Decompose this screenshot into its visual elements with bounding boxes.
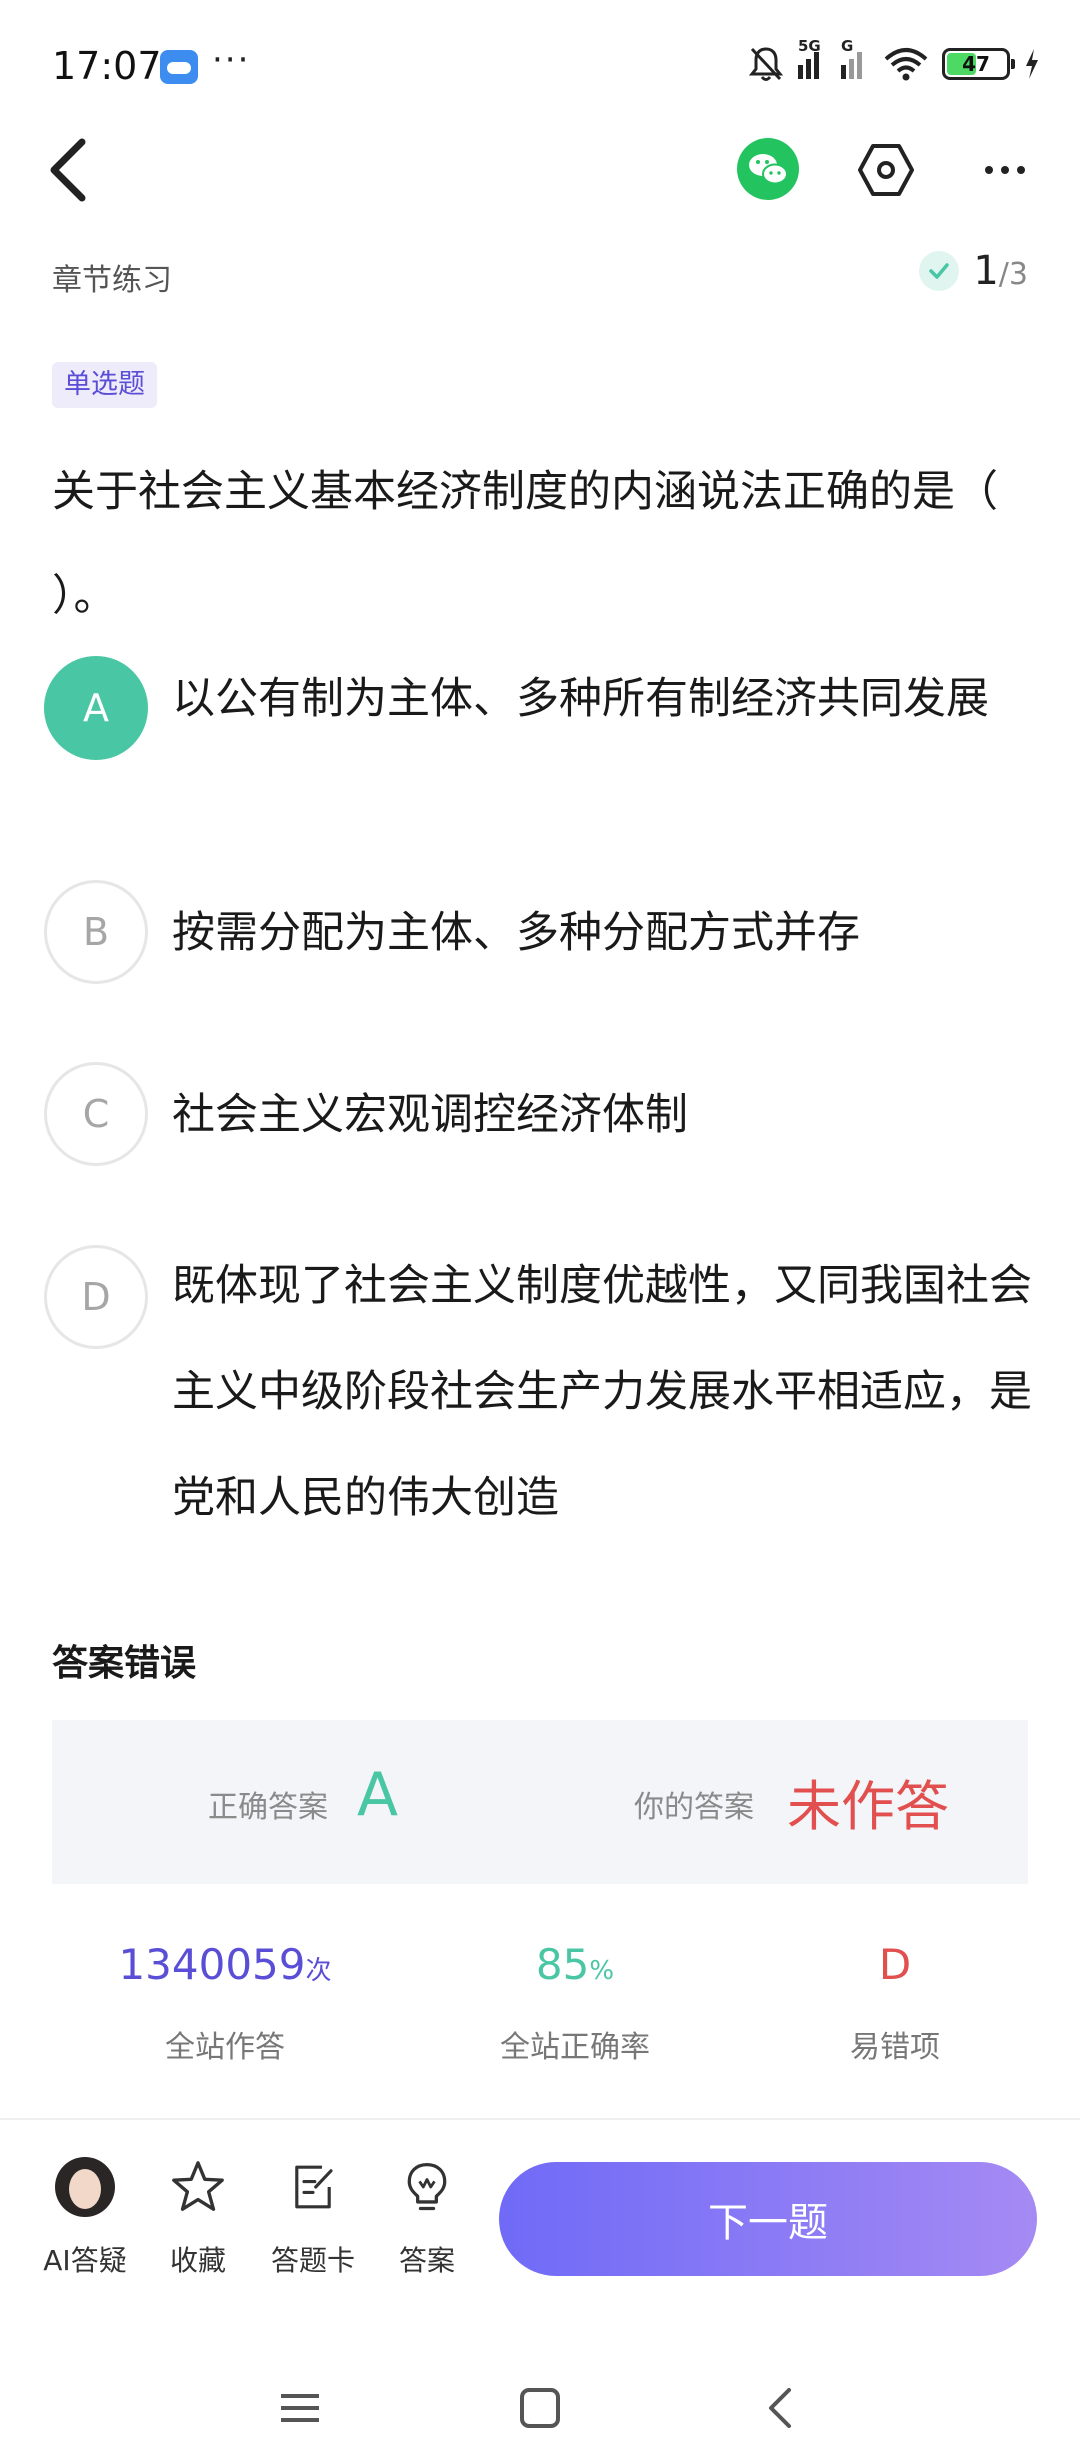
system-nav-bar [0,2360,1080,2440]
status-time: 17:07 [52,44,162,88]
question-type-badge: 单选题 [52,362,157,408]
cellular-signal-2-icon: G [841,37,870,79]
status-indicators: 5G G 47 [748,37,1040,84]
stat-accuracy-value: 85 [535,1940,590,1989]
stat-total-answers: 1340059次 全站作答 [110,1940,340,2066]
section-title: 章节练习 [52,263,172,298]
option-d[interactable]: D 既体现了社会主义制度优越性，又同我国社会主义中级阶段社会生产力发展水平相适应… [44,1245,1044,1565]
hexagon-settings-icon[interactable] [856,140,916,200]
question-text: 关于社会主义基本经济制度的内涵说法正确的是（ ）。 [52,467,998,621]
check-icon [919,251,960,291]
home-icon[interactable] [510,2378,570,2438]
result-title: 答案错误 [52,1643,197,1684]
toolbar-divider [0,2118,1080,2120]
status-bar: 17:07 ··· 5G G 47 [0,0,1080,135]
answer-label: 答案 [398,2244,455,2277]
stat-accuracy-label: 全站正确率 [500,2030,650,2065]
favorite-button[interactable]: 收藏 [143,2155,253,2279]
status-more-indicator: ··· [212,40,251,80]
favorite-label: 收藏 [169,2244,226,2277]
bell-muted-icon [748,47,784,81]
answer-comparison: 正确答案 A 你的答案 未作答 [52,1720,1028,1884]
stat-mistake-value: D [878,1940,912,1989]
answer-card-label: 答题卡 [270,2244,355,2277]
charging-bolt-icon [1026,49,1038,79]
next-question-button[interactable]: 下一题 [499,2162,1037,2276]
stat-common-mistake: D 易错项 [800,1940,990,2066]
stat-accuracy: 85% 全站正确率 [460,1940,690,2066]
wifi-icon [884,48,928,81]
option-a-letter: A [44,656,148,760]
top-nav [0,120,1080,220]
stat-accuracy-unit: % [589,1956,615,1986]
battery-level: 47 [962,52,990,76]
cellular-signal-icon: 5G [798,37,827,79]
ai-answer-label: AI答疑 [43,2244,127,2277]
option-d-text: 既体现了社会主义制度优越性，又同我国社会主义中级阶段社会生产力发展水平相适应，是… [172,1261,1032,1523]
stat-total-unit: 次 [305,1956,332,1986]
progress-total: /3 [998,257,1028,292]
answer-card-button[interactable]: 答题卡 [258,2155,368,2279]
lightbulb-icon [407,2162,447,2211]
option-b[interactable]: B 按需分配为主体、多种分配方式并存 [44,880,1044,986]
option-a[interactable]: A 以公有制为主体、多种所有制经济共同发展 [44,656,1044,866]
wechat-share-button[interactable] [737,138,799,200]
cloud-app-icon [160,50,198,84]
wechat-icon [749,154,788,185]
your-answer-label: 你的答案 [634,1790,754,1825]
option-c[interactable]: C 社会主义宏观调控经济体制 [44,1062,1044,1168]
option-b-letter: B [44,880,148,984]
ai-avatar-icon [55,2157,115,2217]
signal-5g-label: 5G [798,37,821,55]
answer-sheet-icon [295,2165,333,2209]
option-b-text: 按需分配为主体、多种分配方式并存 [172,908,860,958]
option-c-letter: C [44,1062,148,1166]
stat-total-label: 全站作答 [165,2030,285,2065]
correct-answer-value: A [357,1760,399,1830]
stat-total-value: 1340059 [118,1940,306,1989]
battery-icon: 47 [942,48,1015,80]
option-d-letter: D [44,1245,148,1349]
more-dots-icon[interactable] [975,140,1035,200]
option-c-text: 社会主义宏观调控经济体制 [172,1090,688,1140]
star-icon [172,2161,224,2211]
system-back-icon[interactable] [750,2378,810,2438]
menu-icon[interactable] [270,2378,330,2438]
question-progress: 1/3 [919,248,1028,294]
stat-mistake-label: 易错项 [850,2030,940,2065]
signal-g-label: G [841,37,854,55]
answer-button[interactable]: 答案 [372,2155,482,2279]
progress-current: 1 [973,248,999,294]
ai-answer-button[interactable]: AI答疑 [30,2155,140,2279]
your-answer-value: 未作答 [787,1775,949,1838]
back-chevron-icon[interactable] [40,132,104,208]
correct-answer-label: 正确答案 [208,1790,328,1825]
option-a-text: 以公有制为主体、多种所有制经济共同发展 [172,674,989,724]
answer-stats: 1340059次 全站作答 85% 全站正确率 D 易错项 [0,1940,1080,2080]
